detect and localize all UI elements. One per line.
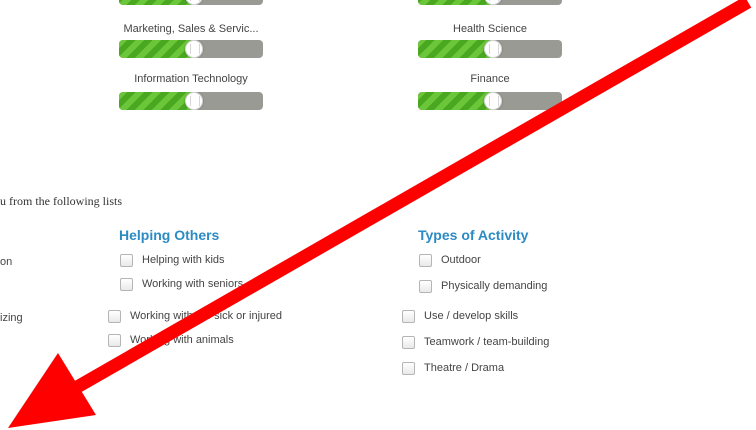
arrow-shaft: [54, 0, 752, 404]
red-arrow-annotation: [8, 0, 752, 428]
